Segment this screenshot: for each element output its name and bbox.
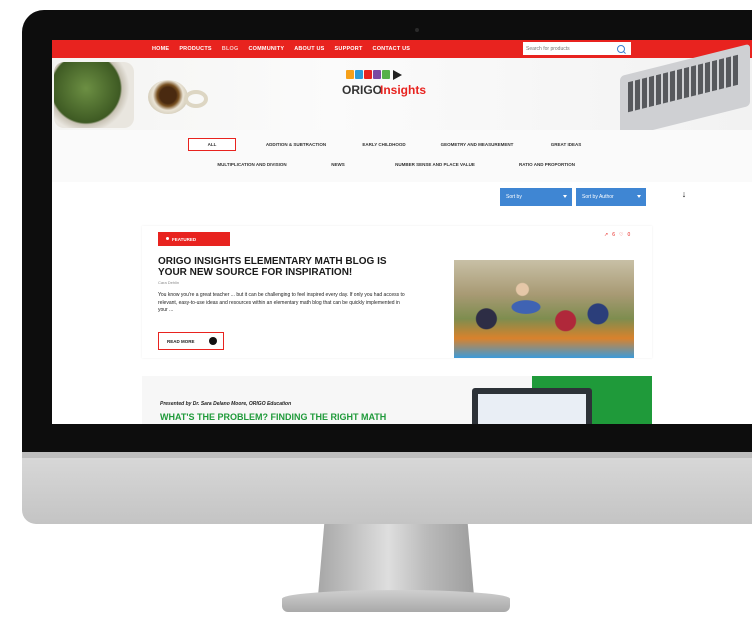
- second-post-card: Presented by Dr. Sara Delano Moore, ORIG…: [142, 376, 652, 424]
- filter-multiplication-division[interactable]: MULTIPLICATION AND DIVISION: [202, 158, 302, 171]
- filter-addition-subtraction[interactable]: ADDITION & SUBTRACTION: [248, 138, 344, 151]
- nav-item-about-us[interactable]: ABOUT US: [294, 46, 324, 52]
- laptop-image: [620, 43, 750, 139]
- sort-by-author-label: Sort by Author: [582, 194, 614, 200]
- chevron-down-icon: [637, 195, 641, 198]
- filter-great-ideas[interactable]: GREAT IDEAS: [536, 138, 596, 151]
- featured-post-card: FEATURED ↗ 6 ♡ 0 ORIGO INSIGHTS ELEMENTA…: [142, 226, 652, 358]
- filter-news[interactable]: NEWS: [316, 158, 360, 171]
- search-input[interactable]: [526, 44, 612, 53]
- chevron-down-icon: [563, 195, 567, 198]
- nav-item-products[interactable]: PRODUCTS: [179, 46, 211, 52]
- classroom-photo: [454, 260, 634, 358]
- filter-number-sense[interactable]: NUMBER SENSE AND PLACE VALUE: [372, 158, 498, 171]
- logo-block-orange: [346, 70, 354, 79]
- post-title[interactable]: ORIGO INSIGHTS ELEMENTARY MATH BLOG IS Y…: [158, 256, 408, 278]
- comments-count: 0: [627, 232, 631, 238]
- nav-item-community[interactable]: COMMUNITY: [248, 46, 284, 52]
- coffee-cup-image: [148, 80, 188, 114]
- logo-block-purple: [373, 70, 381, 79]
- nav-item-support[interactable]: SUPPORT: [335, 46, 363, 52]
- device-screen: [478, 394, 586, 424]
- logo-block-red: [364, 70, 372, 79]
- arrow-circle-icon: [209, 337, 217, 345]
- share-icon[interactable]: ↗: [604, 232, 608, 238]
- sort-by-dropdown[interactable]: Sort by: [500, 188, 572, 206]
- filter-early-childhood[interactable]: EARLY CHILDHOOD: [348, 138, 420, 151]
- top-navigation: HOME PRODUCTS BLOG COMMUNITY ABOUT US SU…: [52, 40, 752, 58]
- likes-count: 6: [612, 232, 615, 238]
- filter-ratio-proportion[interactable]: RATIO AND PROPORTION: [502, 158, 592, 171]
- category-filters: ALL ADDITION & SUBTRACTION EARLY CHILDHO…: [52, 130, 752, 182]
- search-icon[interactable]: [617, 45, 625, 53]
- monitor-chin: [22, 452, 752, 524]
- laptop-keyboard: [628, 54, 738, 113]
- device-image: [472, 388, 592, 424]
- nav-item-contact-us[interactable]: CONTACT US: [373, 46, 411, 52]
- sort-by-author-dropdown[interactable]: Sort by Author: [576, 188, 646, 206]
- monitor-stand-neck: [318, 524, 474, 596]
- logo-text-insights: Insights: [380, 83, 427, 97]
- logo-block-blue: [355, 70, 363, 79]
- browser-screen: HOME PRODUCTS BLOG COMMUNITY ABOUT US SU…: [52, 40, 752, 424]
- monitor-chin-edge: [22, 452, 752, 458]
- read-more-button[interactable]: READ MORE: [158, 332, 224, 350]
- hero-banner: ORIGO Insights: [52, 43, 752, 139]
- monitor-stand-foot: [282, 590, 510, 612]
- heart-icon[interactable]: ♡: [619, 232, 623, 238]
- nav-item-home[interactable]: HOME: [152, 46, 169, 52]
- sort-by-label: Sort by: [506, 194, 522, 200]
- sort-bar: Sort by Sort by Author: [142, 184, 652, 214]
- presenter-line: Presented by Dr. Sara Delano Moore, ORIG…: [160, 401, 292, 407]
- logo-text-origo: ORIGO: [342, 83, 383, 97]
- search-box: [522, 41, 632, 56]
- logo-arrow-icon: [393, 70, 402, 80]
- origo-insights-logo[interactable]: ORIGO Insights: [342, 70, 452, 118]
- logo-block-green: [382, 70, 390, 79]
- camera-dot: [415, 28, 419, 32]
- nav-item-blog[interactable]: BLOG: [222, 46, 239, 52]
- post-excerpt: You know you're a great teacher ... but …: [158, 292, 405, 313]
- filter-all[interactable]: ALL: [188, 138, 236, 151]
- featured-badge: FEATURED: [158, 232, 230, 246]
- arrow-down-icon[interactable]: ↓: [678, 188, 690, 200]
- post-stats: ↗ 6 ♡ 0: [604, 232, 630, 238]
- nav-menu: HOME PRODUCTS BLOG COMMUNITY ABOUT US SU…: [152, 40, 410, 58]
- coffee-cup-handle: [184, 90, 208, 108]
- logo-blocks: [346, 70, 402, 80]
- post-author: Cara Dehlin: [158, 280, 180, 285]
- filter-geometry-measurement[interactable]: GEOMETRY AND MEASUREMENT: [426, 138, 528, 151]
- read-more-label: READ MORE: [167, 338, 195, 344]
- second-post-title[interactable]: WHAT'S THE PROBLEM? FINDING THE RIGHT MA…: [160, 412, 386, 422]
- plant-image: [54, 62, 134, 128]
